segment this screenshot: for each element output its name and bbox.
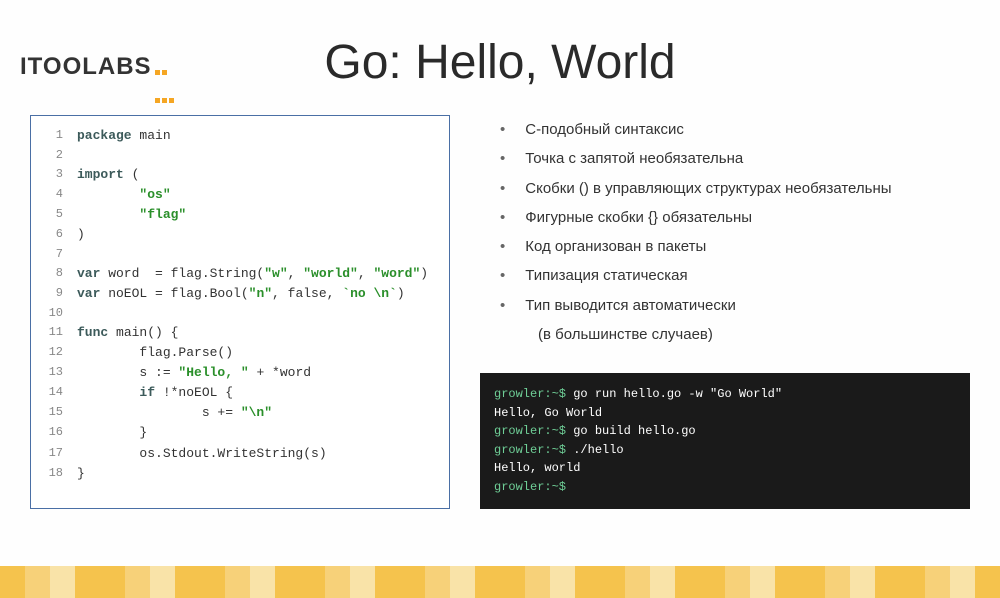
bullet-item: С-подобный синтаксис: [500, 115, 970, 144]
terminal-line: growler:~$ ./hello: [494, 441, 956, 460]
code-line: 10: [41, 304, 435, 323]
code-line: 1package main: [41, 126, 435, 146]
code-line: 8var word = flag.String("w", "world", "w…: [41, 264, 435, 284]
bullet-item: Тип выводится автоматически(в большинств…: [500, 291, 970, 350]
code-line: 12 flag.Parse(): [41, 343, 435, 363]
footer-decoration: [0, 566, 1000, 598]
bullet-item: Точка с запятой необязательна: [500, 144, 970, 173]
code-line: 17 os.Stdout.WriteString(s): [41, 444, 435, 464]
bullet-list: С-подобный синтаксисТочка с запятой необ…: [480, 115, 970, 349]
code-line: 4 "os": [41, 185, 435, 205]
code-line: 9var noEOL = flag.Bool("n", false, `no \…: [41, 284, 435, 304]
page-title: Go: Hello, World: [0, 35, 1000, 90]
bullet-item: Код организован в пакеты: [500, 232, 970, 261]
code-line: 6): [41, 225, 435, 245]
code-line: 3import (: [41, 165, 435, 185]
terminal-line: growler:~$: [494, 478, 956, 497]
code-line: 11func main() {: [41, 323, 435, 343]
code-line: 7: [41, 245, 435, 264]
bullet-item: Фигурные скобки {} обязательны: [500, 203, 970, 232]
bullet-item: Типизация статическая: [500, 261, 970, 290]
content-area: 1package main23import (4 "os"5 "flag"6)7…: [0, 90, 1000, 509]
terminal-line: growler:~$ go build hello.go: [494, 422, 956, 441]
code-line: 2: [41, 146, 435, 165]
right-column: С-подобный синтаксисТочка с запятой необ…: [480, 115, 970, 509]
code-line: 13 s := "Hello, " + *word: [41, 363, 435, 383]
code-line: 16 }: [41, 423, 435, 443]
code-line: 5 "flag": [41, 205, 435, 225]
terminal-line: Hello, Go World: [494, 404, 956, 423]
terminal-line: Hello, world: [494, 459, 956, 478]
code-line: 18}: [41, 464, 435, 484]
code-block: 1package main23import (4 "os"5 "flag"6)7…: [30, 115, 450, 509]
terminal-line: growler:~$ go run hello.go -w "Go World": [494, 385, 956, 404]
bullet-subtext: (в большинстве случаев): [500, 320, 970, 349]
code-line: 15 s += "\n": [41, 403, 435, 423]
bullet-item: Скобки () в управляющих структурах необя…: [500, 174, 970, 203]
terminal-output: growler:~$ go run hello.go -w "Go World"…: [480, 373, 970, 509]
code-line: 14 if !*noEOL {: [41, 383, 435, 403]
